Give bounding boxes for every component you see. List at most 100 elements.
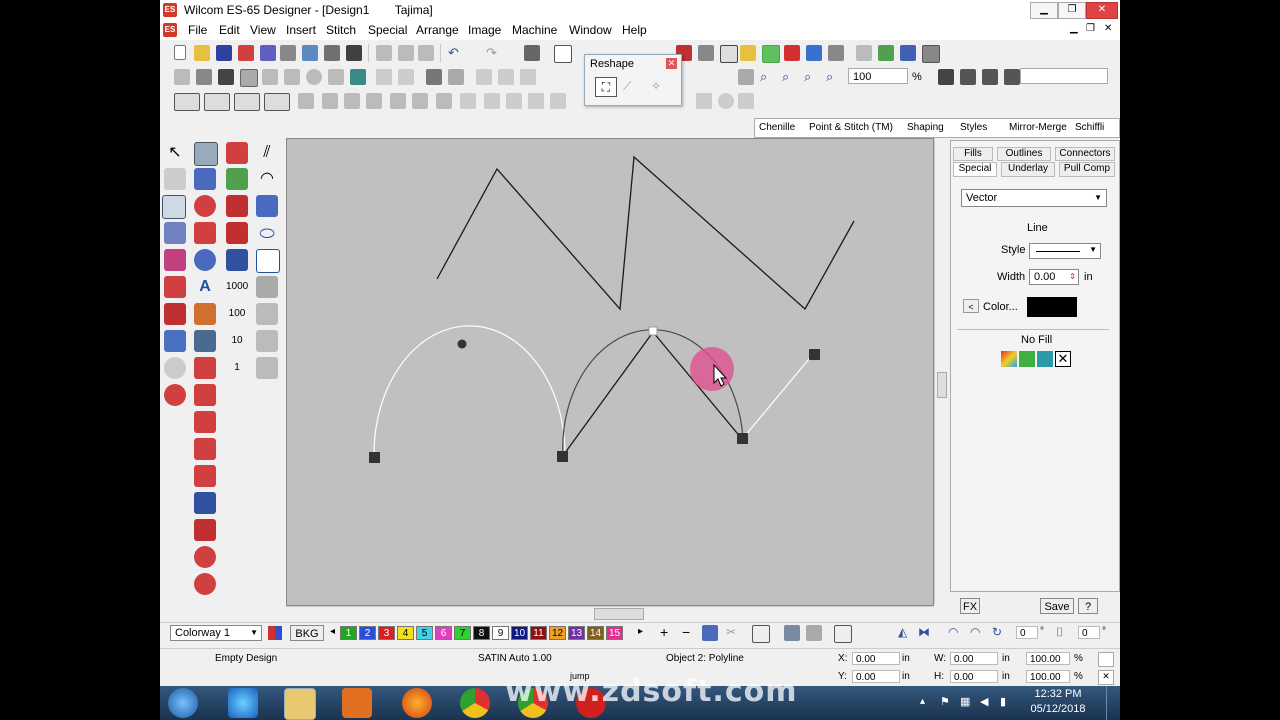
copy-icon[interactable]: [398, 45, 414, 61]
n-connector-icon[interactable]: [194, 492, 216, 514]
help-button[interactable]: ?: [1078, 598, 1098, 614]
menu-machine[interactable]: Machine: [512, 23, 557, 37]
flower-icon[interactable]: [226, 142, 248, 164]
internet-explorer-icon[interactable]: [228, 688, 258, 718]
star-icon[interactable]: [528, 93, 544, 109]
people-icon[interactable]: [256, 303, 278, 325]
split-icon[interactable]: [194, 546, 216, 568]
auto-digitize-icon[interactable]: [226, 168, 248, 190]
menu-view[interactable]: View: [250, 23, 276, 37]
volume-icon[interactable]: ◀: [980, 695, 988, 708]
zigzag-icon[interactable]: [194, 384, 216, 406]
triple-stitch-icon[interactable]: [194, 438, 216, 460]
buttonhole-icon[interactable]: [194, 573, 216, 595]
menu-edit[interactable]: Edit: [219, 23, 240, 37]
rotate-left-icon[interactable]: ◠: [948, 625, 964, 641]
stitch-line-icon[interactable]: [194, 411, 216, 433]
thread-swatch-11[interactable]: 11: [530, 626, 547, 640]
select-all-icon[interactable]: [174, 69, 190, 85]
show-stitches-icon[interactable]: [698, 45, 714, 61]
tab-point-stitch[interactable]: Point & Stitch (TM): [809, 122, 893, 133]
line-color-swatch[interactable]: [1027, 297, 1077, 317]
tab-mirror-merge[interactable]: Mirror-Merge: [1009, 122, 1067, 133]
target-icon[interactable]: [194, 195, 216, 217]
circle-icon[interactable]: [306, 69, 322, 85]
hide-icon[interactable]: [806, 625, 822, 641]
style-combo[interactable]: [1020, 68, 1108, 84]
control-node[interactable]: [809, 349, 820, 360]
menu-stitch[interactable]: Stitch: [326, 23, 356, 37]
tatami-icon[interactable]: [322, 93, 338, 109]
zoom-in-icon[interactable]: ⌕: [804, 69, 820, 85]
complex-fill-icon[interactable]: [164, 222, 186, 244]
hoop-icon[interactable]: [740, 45, 756, 61]
monogram-icon[interactable]: [164, 384, 186, 406]
tab-shaping[interactable]: Shaping: [907, 122, 944, 133]
thread-swatch-1[interactable]: 1: [340, 626, 357, 640]
close-button[interactable]: ✕: [1086, 2, 1118, 19]
closed-object-icon[interactable]: [194, 168, 216, 190]
doc-close-icon[interactable]: ✕: [1104, 23, 1112, 34]
shell-icon[interactable]: [164, 357, 186, 379]
input-a-icon[interactable]: [256, 195, 278, 217]
tab-chenille[interactable]: Chenille: [759, 122, 795, 133]
mirror-vertical-icon[interactable]: ⧓: [918, 625, 934, 641]
arc-icon[interactable]: ◠: [256, 168, 278, 190]
undo-icon[interactable]: ↶: [448, 45, 464, 61]
color-fill-icon[interactable]: [1001, 351, 1017, 367]
slant-icon[interactable]: ⌷: [1056, 625, 1072, 641]
rectangle-icon[interactable]: [256, 249, 280, 273]
align-center-icon[interactable]: [498, 69, 514, 85]
zigzag-polyline[interactable]: [436, 155, 855, 311]
ruler-icon[interactable]: [856, 45, 872, 61]
manual-stitch-icon[interactable]: [194, 357, 216, 379]
texture-icon[interactable]: [256, 357, 278, 379]
reset-scale-icon[interactable]: ✕: [1098, 670, 1114, 685]
chevron-left-icon[interactable]: <: [963, 299, 979, 313]
tree-icon[interactable]: [878, 45, 894, 61]
stitch-1000-icon[interactable]: 1000: [226, 276, 248, 298]
thread-swatch-7[interactable]: 7: [454, 626, 471, 640]
grid-icon[interactable]: [720, 45, 738, 63]
align-icon[interactable]: [376, 69, 392, 85]
trapunto-icon[interactable]: [696, 93, 712, 109]
gradient-fill-icon[interactable]: [1037, 351, 1053, 367]
reshape-tool-icon[interactable]: [162, 195, 186, 219]
tab-pull-comp[interactable]: Pull Comp: [1059, 162, 1115, 177]
rotate-icon[interactable]: [1004, 69, 1020, 85]
export-icon[interactable]: [260, 45, 276, 61]
colorway-editor-icon[interactable]: [268, 626, 282, 640]
pointer-icon[interactable]: [218, 69, 234, 85]
line-style-select[interactable]: ▼: [1029, 243, 1101, 259]
fx-button[interactable]: FX: [960, 598, 980, 614]
no-fill-icon[interactable]: ✕: [1055, 351, 1071, 367]
fancy-icon[interactable]: [344, 93, 360, 109]
clock-time[interactable]: 12:32 PM: [1028, 688, 1088, 700]
new-file-icon[interactable]: [174, 45, 186, 60]
fancy-fill-icon[interactable]: [164, 276, 186, 298]
scroll-right-icon[interactable]: ▸: [638, 626, 643, 637]
thread-swatch-13[interactable]: 13: [568, 626, 585, 640]
background-button[interactable]: BKG: [290, 625, 324, 641]
show-desktop-button[interactable]: [1106, 686, 1119, 720]
backstitch-icon[interactable]: [194, 465, 216, 487]
paint-icon[interactable]: [426, 69, 442, 85]
column-icon[interactable]: [194, 222, 216, 244]
y-input[interactable]: 0.00: [852, 670, 900, 683]
check-icon[interactable]: [554, 45, 572, 63]
rotate-right-icon[interactable]: ◠: [970, 625, 986, 641]
thread-swatch-3[interactable]: 3: [378, 626, 395, 640]
thread-list-icon[interactable]: [752, 625, 770, 643]
bling-icon[interactable]: [738, 93, 754, 109]
tab-styles[interactable]: Styles: [960, 122, 987, 133]
x-input[interactable]: 0.00: [852, 652, 900, 665]
machine-icon[interactable]: [324, 45, 340, 61]
file-explorer-icon[interactable]: [284, 688, 316, 720]
reshape-nodes-icon[interactable]: ⛶: [595, 77, 617, 97]
chrome-icon[interactable]: [460, 688, 490, 718]
white-line-segment[interactable]: [743, 352, 815, 438]
control-node[interactable]: [457, 339, 467, 349]
radial-icon[interactable]: [506, 93, 522, 109]
cut-icon[interactable]: [376, 45, 392, 61]
run-stitch-icon[interactable]: ⫽: [256, 142, 278, 164]
